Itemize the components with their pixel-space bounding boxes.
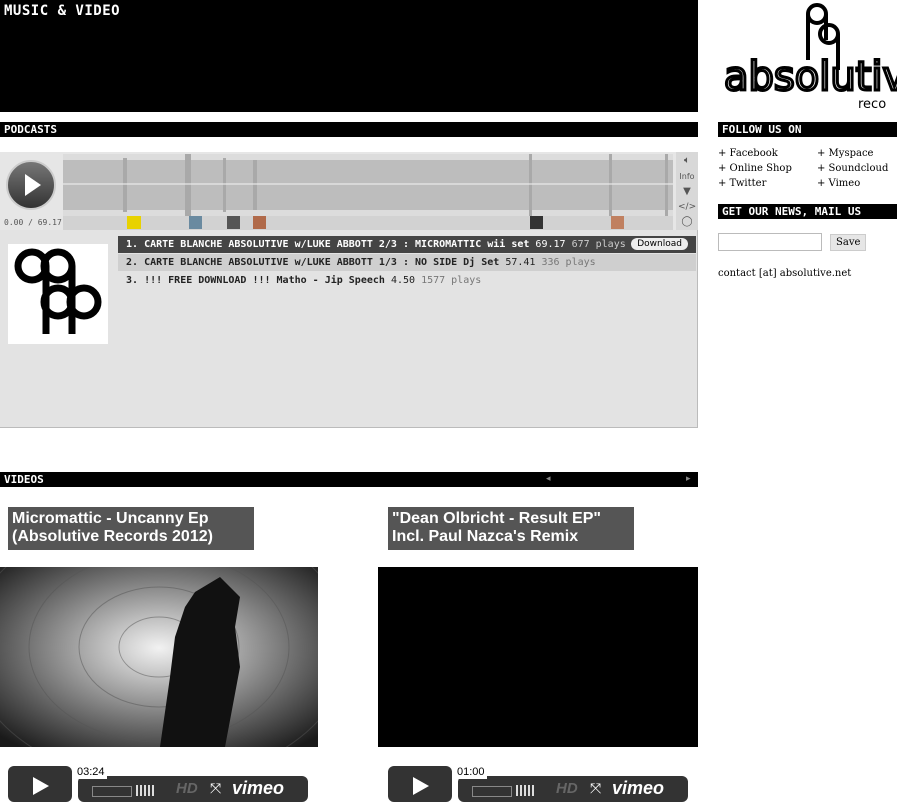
next-arrow-icon[interactable]: ▸ (686, 474, 691, 484)
video-player-controls: HD ⤧ vimeo 03:24 (8, 765, 318, 806)
videos-heading: VIDEOS (0, 472, 698, 487)
commenter-avatar[interactable] (611, 216, 624, 229)
vimeo-logo[interactable]: vimeo (232, 778, 284, 799)
commenter-avatar[interactable] (530, 216, 543, 229)
track-row[interactable]: 2. CARTE BLANCHE ABSOLUTIVE w/LUKE ABBOT… (118, 254, 696, 271)
video-title-line: (Absolutive Records 2012) (12, 528, 213, 545)
track-plays: 1577 plays (421, 275, 482, 286)
info-button[interactable]: Info (678, 172, 696, 181)
track-number: 2. (126, 257, 139, 268)
podcast-artwork (8, 244, 108, 344)
video-title-line: "Dean Olbricht - Result EP" (392, 510, 601, 527)
fullscreen-icon[interactable]: ⤧ (590, 781, 601, 797)
volume-icon[interactable] (136, 785, 154, 796)
comment-icon[interactable]: ◯ (678, 216, 696, 227)
track-number: 3. (126, 275, 139, 286)
hd-toggle[interactable]: HD (176, 780, 198, 797)
soundcloud-link[interactable]: + Soundcloud (817, 163, 897, 174)
email-field[interactable] (718, 233, 822, 251)
download-icon[interactable]: ▼ (678, 186, 696, 197)
video-play-button[interactable] (388, 766, 452, 802)
video-title[interactable]: "Dean Olbricht - Result EP" Incl. Paul N… (388, 507, 634, 550)
download-button[interactable]: Download (631, 238, 688, 250)
video-title-line: Incl. Paul Nazca's Remix (392, 528, 579, 545)
embed-icon[interactable]: </> (678, 202, 696, 212)
twitter-link[interactable]: + Twitter (718, 178, 808, 189)
videos-heading-label: VIDEOS (4, 473, 44, 486)
commenter-avatar[interactable] (253, 216, 266, 229)
volume-icon[interactable] (516, 785, 534, 796)
volume-icon[interactable]: 🔈︎ (678, 155, 696, 166)
video-duration: 01:00 (455, 765, 487, 779)
fullscreen-icon[interactable]: ⤧ (210, 781, 221, 797)
track-duration: 4.50 (390, 275, 416, 286)
comment-strip (63, 216, 673, 230)
contact-text: contact [at] absolutive.net (718, 268, 852, 279)
waveform[interactable] (63, 154, 673, 216)
svg-text:reco: reco (858, 97, 886, 112)
video-title-line: Micromattic - Uncanny Ep (12, 510, 209, 527)
prev-arrow-icon[interactable]: ◂ (546, 474, 551, 484)
track-row[interactable]: 1. CARTE BLANCHE ABSOLUTIVE w/LUKE ABBOT… (118, 236, 696, 253)
track-title[interactable]: CARTE BLANCHE ABSOLUTIVE w/LUKE ABBOTT 2… (144, 239, 529, 250)
play-button[interactable] (6, 160, 56, 210)
track-duration: 69.17 (535, 239, 566, 250)
video-seek-bar[interactable] (92, 786, 132, 797)
player-controls: 🔈︎ Info ▼ </> ◯ (676, 152, 698, 230)
follow-heading: FOLLOW US ON (718, 122, 897, 137)
track-plays: 336 plays (541, 257, 596, 268)
myspace-link[interactable]: + Myspace (817, 148, 897, 159)
hd-toggle[interactable]: HD (556, 780, 578, 797)
video-toolbar: HD ⤧ vimeo (458, 776, 688, 802)
video-player-controls: HD ⤧ vimeo 01:00 (388, 765, 698, 806)
track-number: 1. (126, 239, 139, 250)
vimeo-link[interactable]: + Vimeo (817, 178, 897, 189)
track-row[interactable]: 3. !!! FREE DOWNLOAD !!! Matho - Jip Spe… (118, 272, 696, 289)
video-play-button[interactable] (8, 766, 72, 802)
track-title[interactable]: !!! FREE DOWNLOAD !!! Matho - Jip Speech (144, 275, 385, 286)
track-plays: 677 plays (571, 239, 626, 250)
svg-text:absolutive: absolutive (724, 54, 897, 100)
video-title[interactable]: Micromattic - Uncanny Ep (Absolutive Rec… (8, 507, 254, 550)
commenter-avatar[interactable] (227, 216, 240, 229)
commenter-avatar[interactable] (189, 216, 202, 229)
video-thumbnail[interactable] (0, 567, 318, 747)
facebook-link[interactable]: + Facebook (718, 148, 808, 159)
page-title: MUSIC & VIDEO (4, 3, 121, 19)
player-time: 0.00 / 69.17 (4, 218, 62, 227)
video-toolbar: HD ⤧ vimeo (78, 776, 308, 802)
vimeo-logo[interactable]: vimeo (612, 778, 664, 799)
online-shop-link[interactable]: + Online Shop (718, 163, 808, 174)
podcasts-heading: PODCASTS (0, 122, 698, 137)
video-duration: 03:24 (75, 765, 107, 779)
commenter-avatar[interactable] (127, 216, 141, 229)
video-thumbnail[interactable] (378, 567, 698, 747)
track-title[interactable]: CARTE BLANCHE ABSOLUTIVE w/LUKE ABBOTT 1… (144, 257, 499, 268)
newsletter-heading: GET OUR NEWS, MAIL US (718, 204, 897, 219)
video-seek-bar[interactable] (472, 786, 512, 797)
absolutive-logo[interactable]: absolutive reco (718, 0, 897, 112)
track-duration: 57.41 (505, 257, 536, 268)
save-button[interactable]: Save (830, 234, 867, 251)
